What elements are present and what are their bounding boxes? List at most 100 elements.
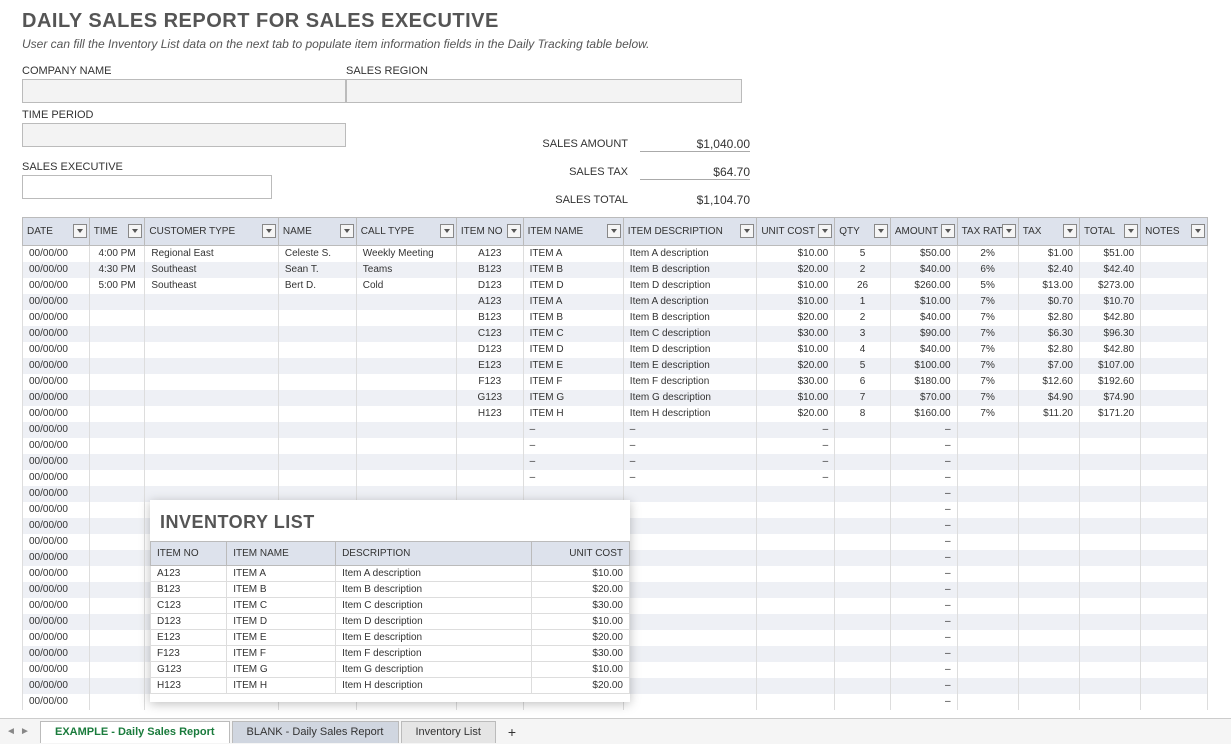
cell-amt[interactable]: $40.00 (890, 310, 957, 326)
cell-qty[interactable]: 2 (835, 310, 891, 326)
cell-amt[interactable]: – (890, 550, 957, 566)
cell-ucost[interactable] (757, 694, 835, 710)
cell-tot[interactable] (1079, 486, 1140, 502)
cell-ino[interactable]: G123 (456, 390, 523, 406)
cell-name[interactable] (278, 454, 356, 470)
cell-idesc[interactable]: Item B description (623, 262, 757, 278)
cell-time[interactable] (89, 518, 145, 534)
cell-ctype[interactable]: Regional East (145, 246, 279, 262)
company-input[interactable] (22, 79, 346, 103)
cell-date[interactable]: 00/00/00 (23, 326, 90, 342)
col-date[interactable]: DATE (23, 218, 90, 246)
cell-date[interactable]: 00/00/00 (23, 294, 90, 310)
cell-tax[interactable] (1018, 678, 1079, 694)
cell-tax[interactable]: $11.20 (1018, 406, 1079, 422)
col-customer-type[interactable]: CUSTOMER TYPE (145, 218, 279, 246)
cell-call[interactable] (356, 470, 456, 486)
cell-tot[interactable]: $171.20 (1079, 406, 1140, 422)
cell-tot[interactable] (1079, 694, 1140, 710)
cell-ctype[interactable] (145, 438, 279, 454)
cell-idesc[interactable]: Item D description (623, 278, 757, 294)
cell-name[interactable] (278, 326, 356, 342)
cell-ino[interactable] (456, 470, 523, 486)
cell-name[interactable] (278, 470, 356, 486)
cell-ucost[interactable] (757, 598, 835, 614)
cell-amt[interactable]: – (890, 582, 957, 598)
cell-tot[interactable]: $42.40 (1079, 262, 1140, 278)
cell-ctype[interactable] (145, 454, 279, 470)
cell-ucost[interactable] (757, 662, 835, 678)
cell-time[interactable]: 4:00 PM (89, 246, 145, 262)
cell-notes[interactable] (1141, 662, 1208, 678)
cell-ino[interactable]: C123 (456, 326, 523, 342)
cell-amt[interactable]: – (890, 502, 957, 518)
cell-trate[interactable]: 7% (957, 326, 1018, 342)
cell-qty[interactable]: 3 (835, 326, 891, 342)
cell-notes[interactable] (1141, 294, 1208, 310)
cell-qty[interactable]: 7 (835, 390, 891, 406)
cell-idesc[interactable] (623, 678, 757, 694)
cell-notes[interactable] (1141, 390, 1208, 406)
cell-notes[interactable] (1141, 278, 1208, 294)
cell-trate[interactable]: 7% (957, 374, 1018, 390)
cell-name[interactable] (278, 374, 356, 390)
cell-idesc[interactable]: Item G description (623, 390, 757, 406)
cell-time[interactable] (89, 614, 145, 630)
cell-notes[interactable] (1141, 614, 1208, 630)
cell-ctype[interactable] (145, 390, 279, 406)
cell-idesc[interactable]: Item F description (623, 374, 757, 390)
cell-amt[interactable]: – (890, 662, 957, 678)
cell-tax[interactable]: $13.00 (1018, 278, 1079, 294)
table-row[interactable]: 00/00/00C123ITEM CItem C description$30.… (23, 326, 1208, 342)
cell-ino[interactable] (456, 422, 523, 438)
filter-dropdown-icon[interactable] (1124, 224, 1138, 238)
cell-notes[interactable] (1141, 438, 1208, 454)
cell-idesc[interactable]: Item A description (623, 294, 757, 310)
filter-dropdown-icon[interactable] (262, 224, 276, 238)
cell-date[interactable]: 00/00/00 (23, 678, 90, 694)
col-item-name[interactable]: ITEM NAME (523, 218, 623, 246)
cell-trate[interactable]: 6% (957, 262, 1018, 278)
cell-iname[interactable]: ITEM E (523, 358, 623, 374)
cell-idesc[interactable] (623, 598, 757, 614)
cell-idesc[interactable]: – (623, 438, 757, 454)
cell-date[interactable]: 00/00/00 (23, 358, 90, 374)
cell-tot[interactable] (1079, 646, 1140, 662)
cell-tot[interactable] (1079, 518, 1140, 534)
filter-dropdown-icon[interactable] (818, 224, 832, 238)
cell-qty[interactable] (835, 550, 891, 566)
cell-tax[interactable]: $12.60 (1018, 374, 1079, 390)
cell-call[interactable] (356, 326, 456, 342)
cell-call[interactable] (356, 374, 456, 390)
cell-idesc[interactable]: – (623, 454, 757, 470)
cell-time[interactable] (89, 294, 145, 310)
next-sheet-icon[interactable]: ► (18, 725, 32, 739)
cell-date[interactable]: 00/00/00 (23, 454, 90, 470)
cell-qty[interactable]: 8 (835, 406, 891, 422)
cell-time[interactable] (89, 566, 145, 582)
cell-qty[interactable] (835, 582, 891, 598)
col-notes[interactable]: NOTES (1141, 218, 1208, 246)
cell-amt[interactable]: – (890, 614, 957, 630)
cell-ucost[interactable]: $20.00 (757, 406, 835, 422)
cell-iname[interactable]: ITEM A (523, 246, 623, 262)
cell-trate[interactable]: 7% (957, 406, 1018, 422)
col-total[interactable]: TOTAL (1079, 218, 1140, 246)
filter-dropdown-icon[interactable] (440, 224, 454, 238)
cell-notes[interactable] (1141, 262, 1208, 278)
cell-trate[interactable]: 5% (957, 278, 1018, 294)
cell-ctype[interactable]: Southeast (145, 262, 279, 278)
cell-call[interactable]: Weekly Meeting (356, 246, 456, 262)
cell-amt[interactable]: – (890, 454, 957, 470)
cell-ctype[interactable] (145, 406, 279, 422)
cell-amt[interactable]: $70.00 (890, 390, 957, 406)
cell-trate[interactable]: 7% (957, 342, 1018, 358)
tab-inventory[interactable]: Inventory List (401, 721, 496, 743)
cell-time[interactable] (89, 358, 145, 374)
cell-trate[interactable]: 7% (957, 358, 1018, 374)
cell-idesc[interactable]: Item H description (623, 406, 757, 422)
cell-ucost[interactable]: – (757, 470, 835, 486)
cell-call[interactable] (356, 422, 456, 438)
cell-tot[interactable] (1079, 566, 1140, 582)
cell-time[interactable] (89, 678, 145, 694)
